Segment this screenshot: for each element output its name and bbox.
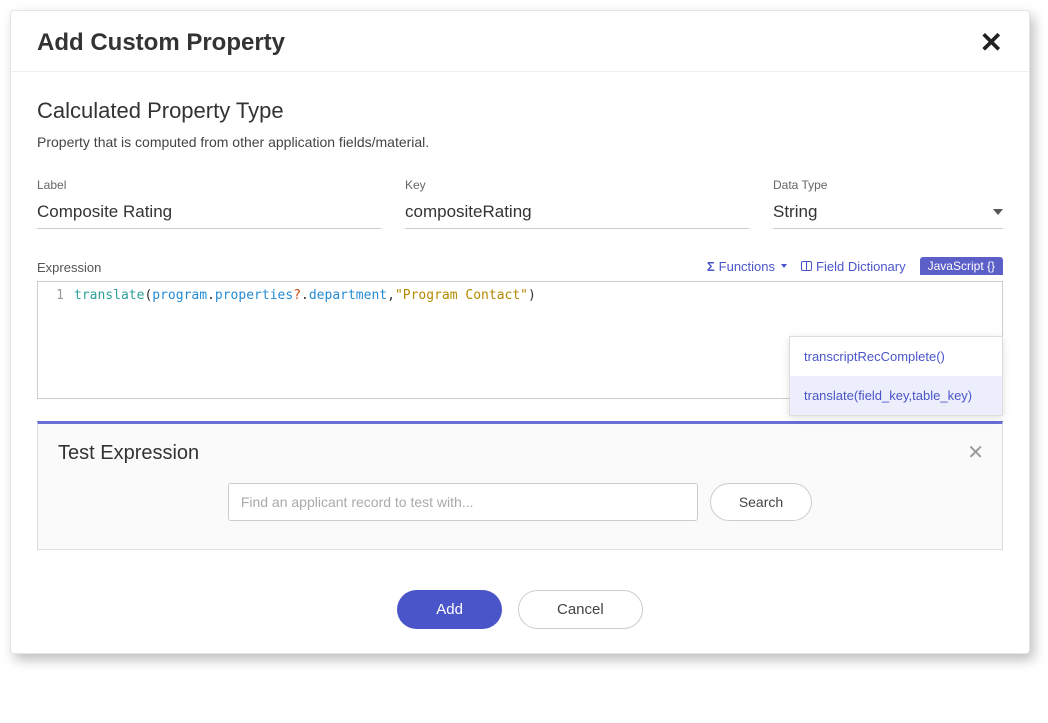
datatype-select[interactable]: String <box>773 198 1003 229</box>
field-row: Label Key Data Type String <box>37 178 1003 229</box>
expression-header: Expression Σ Functions Field Dictionary … <box>37 257 1003 275</box>
modal-footer: Add Cancel <box>11 570 1029 653</box>
dropdown-item-transcript[interactable]: transcriptRecComplete() <box>790 337 1002 376</box>
test-expression-panel: ✕ Test Expression Search <box>37 421 1003 550</box>
add-custom-property-modal: Add Custom Property ✕ Calculated Propert… <box>10 10 1030 654</box>
cancel-button[interactable]: Cancel <box>518 590 643 629</box>
label-caption: Label <box>37 178 381 192</box>
modal-title: Add Custom Property <box>37 29 285 57</box>
test-expression-title: Test Expression <box>58 442 982 465</box>
line-number: 1 <box>46 288 64 303</box>
datatype-value: String <box>773 202 817 222</box>
chevron-down-icon <box>993 209 1003 215</box>
close-icon[interactable]: ✕ <box>967 440 984 465</box>
label-field: Label <box>37 178 381 229</box>
functions-label: Functions <box>719 259 775 274</box>
key-input[interactable] <box>405 198 749 229</box>
datatype-field: Data Type String <box>773 178 1003 229</box>
applicant-search-input[interactable] <box>228 483 698 521</box>
add-button[interactable]: Add <box>397 590 502 629</box>
key-field: Key <box>405 178 749 229</box>
label-input[interactable] <box>37 198 381 229</box>
sigma-icon: Σ <box>707 259 715 274</box>
code-content: translate(program.properties?.department… <box>74 288 536 303</box>
book-icon <box>801 261 812 271</box>
datatype-caption: Data Type <box>773 178 1003 192</box>
javascript-badge[interactable]: JavaScript {} <box>920 257 1003 275</box>
search-button[interactable]: Search <box>710 483 812 521</box>
section-title: Calculated Property Type <box>37 98 1003 124</box>
modal-header: Add Custom Property ✕ <box>11 11 1029 72</box>
field-dictionary-link[interactable]: Field Dictionary <box>801 259 906 274</box>
dropdown-item-translate[interactable]: translate(field_key,table_key) <box>790 376 1002 415</box>
expression-caption: Expression <box>37 260 101 275</box>
functions-dropdown: transcriptRecComplete() translate(field_… <box>789 336 1003 416</box>
close-icon[interactable]: ✕ <box>980 29 1003 57</box>
field-dictionary-label: Field Dictionary <box>816 259 906 274</box>
functions-dropdown-trigger[interactable]: Σ Functions <box>707 259 787 274</box>
modal-body: Calculated Property Type Property that i… <box>11 72 1029 570</box>
section-description: Property that is computed from other app… <box>37 134 1003 150</box>
test-row: Search <box>58 483 982 521</box>
chevron-down-icon <box>781 264 787 268</box>
key-caption: Key <box>405 178 749 192</box>
expression-tools: Σ Functions Field Dictionary JavaScript … <box>707 257 1003 275</box>
code-line: 1 translate(program.properties?.departme… <box>46 288 994 303</box>
